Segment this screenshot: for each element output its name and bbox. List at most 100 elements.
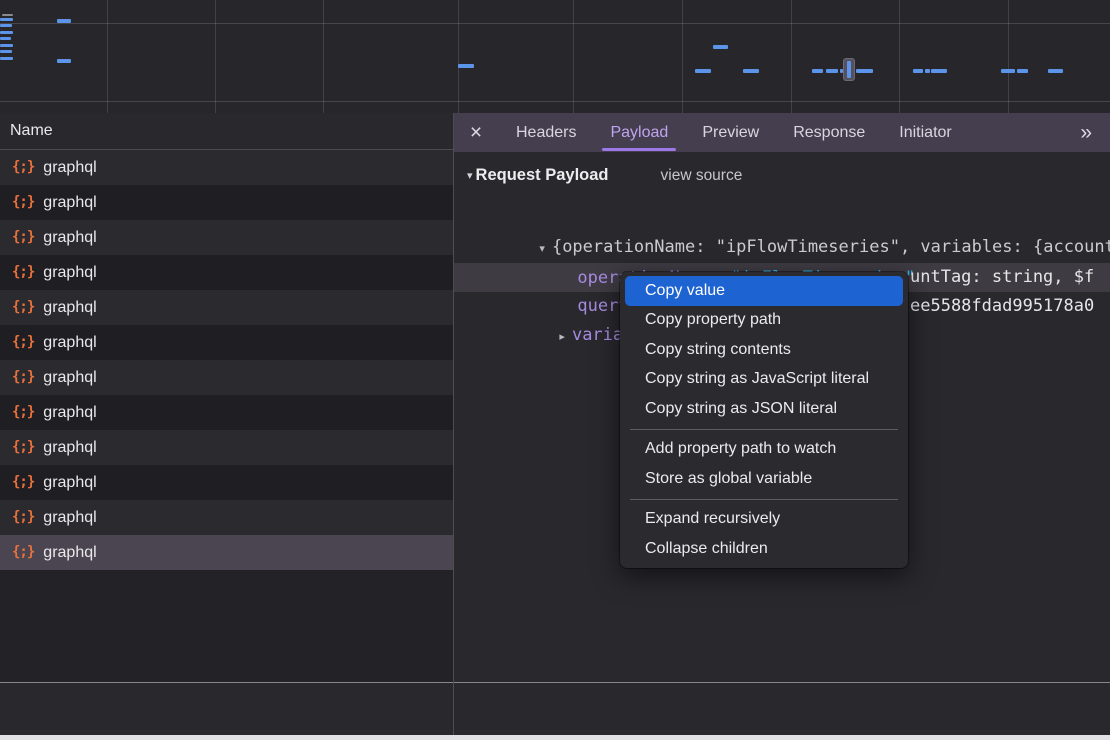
request-name: graphql: [43, 369, 96, 387]
request-waterfall-bar[interactable]: [458, 64, 474, 68]
menu-item-add-property-path-to-watch[interactable]: Add property path to watch: [625, 435, 903, 465]
request-waterfall-bar[interactable]: [57, 59, 71, 63]
operation-name-row[interactable]: operationName: "ipFlowTimeseries": [516, 235, 915, 264]
request-waterfall-bar[interactable]: [826, 69, 838, 73]
timeline-gridline: [0, 23, 1110, 24]
table-row[interactable]: {;}graphql: [0, 220, 453, 255]
request-waterfall-bar[interactable]: [695, 69, 711, 73]
menu-item-collapse-children[interactable]: Collapse children: [625, 534, 903, 564]
tab-payload[interactable]: Payload: [593, 113, 685, 152]
json-request-icon: {;}: [12, 299, 34, 315]
menu-item-expand-recursively[interactable]: Expand recursively: [625, 505, 903, 535]
timeline-gridline: [323, 0, 324, 113]
detail-tab-bar: × HeadersPayloadPreviewResponseInitiator…: [453, 113, 1110, 152]
network-overview-timeline[interactable]: [0, 0, 1110, 113]
request-name: graphql: [43, 194, 96, 212]
section-title: Request Payload: [476, 166, 609, 185]
request-waterfall-bar[interactable]: [913, 69, 923, 73]
request-name: graphql: [43, 509, 96, 527]
table-row[interactable]: {;} graphql: [0, 325, 453, 360]
request-waterfall-bar[interactable]: [713, 45, 728, 49]
request-waterfall-bar[interactable]: [1001, 69, 1015, 73]
json-request-icon: {;}: [12, 334, 34, 350]
request-waterfall-bar[interactable]: [925, 69, 930, 73]
request-waterfall-bar[interactable]: [856, 69, 873, 73]
menu-separator: [630, 499, 898, 500]
name-column-header[interactable]: Name: [0, 113, 453, 150]
request-waterfall-bar[interactable]: [0, 31, 13, 34]
request-name: graphql: [43, 159, 96, 177]
request-waterfall-bar[interactable]: [2, 14, 13, 16]
timeline-gridline: [107, 0, 108, 113]
context-menu: Copy valueCopy property pathCopy string …: [620, 272, 908, 568]
menu-item-store-as-global-variable[interactable]: Store as global variable: [625, 464, 903, 494]
panel-split-divider[interactable]: [453, 113, 454, 735]
collapsed-triangle-icon[interactable]: ▸: [559, 331, 565, 343]
timeline-gridline: [899, 0, 900, 113]
request-payload-header: ▾ Request Payload view source: [467, 166, 742, 185]
table-row[interactable]: {;} graphql: [0, 185, 453, 220]
request-list: {;} graphql {;} graphql {;} graphql {;} graphql…: [0, 150, 453, 570]
menu-item-copy-property-path[interactable]: Copy property path: [625, 306, 903, 336]
query-row-fragment: untTag: string, $f: [910, 263, 1094, 292]
variables-row-fragment: ee5588fdad995178a0: [910, 292, 1094, 321]
payload-root-row[interactable]: ▾{operationName: "ipFlowTimeseries", var…: [478, 204, 1110, 233]
more-tabs-icon[interactable]: »: [1080, 121, 1110, 145]
table-row[interactable]: {;}graphql: [0, 360, 453, 395]
view-source-link[interactable]: view source: [661, 167, 743, 185]
summary-footer: [0, 683, 1110, 735]
close-icon[interactable]: ×: [453, 121, 499, 145]
tab-response[interactable]: Response: [776, 113, 882, 152]
request-waterfall-bar[interactable]: [0, 44, 13, 47]
timeline-gridline: [215, 0, 216, 113]
request-waterfall-bar[interactable]: [812, 69, 823, 73]
timeline-gridline: [0, 101, 1110, 102]
request-waterfall-bar[interactable]: [0, 57, 13, 60]
timeline-gridline: [791, 0, 792, 113]
selected-request-marker: [843, 58, 855, 81]
request-waterfall-bar[interactable]: [743, 69, 759, 73]
table-row[interactable]: {;}graphql: [0, 255, 453, 290]
timeline-gridline: [573, 0, 574, 113]
menu-item-copy-value[interactable]: Copy value: [625, 276, 903, 306]
json-request-icon: {;}: [12, 229, 34, 245]
tab-preview[interactable]: Preview: [685, 113, 776, 152]
menu-separator: [630, 429, 898, 430]
footer-divider: [0, 682, 1110, 683]
table-row[interactable]: {;} graphql: [0, 500, 453, 535]
table-row[interactable]: {;}graphql: [0, 535, 453, 570]
requests-panel: Name {;}graphql{;}graphql{;}graphql{;}gr…: [0, 113, 453, 682]
timeline-gridline: [682, 0, 683, 113]
request-name: graphql: [43, 404, 96, 422]
menu-item-copy-string-contents[interactable]: Copy string contents: [625, 335, 903, 365]
request-waterfall-bar[interactable]: [0, 18, 13, 21]
tab-headers[interactable]: Headers: [499, 113, 593, 152]
json-request-icon: {;}: [12, 544, 34, 560]
tab-initiator[interactable]: Initiator: [882, 113, 968, 152]
json-request-icon: {;}: [12, 194, 34, 210]
request-waterfall-bar[interactable]: [0, 37, 11, 40]
table-row[interactable]: {;}graphql: [0, 465, 453, 500]
table-row[interactable]: {;} graphql: [0, 430, 453, 465]
menu-item-copy-string-as-json-literal[interactable]: Copy string as JSON literal: [625, 394, 903, 424]
request-waterfall-bar[interactable]: [1017, 69, 1028, 73]
menu-item-copy-string-as-javascript-literal[interactable]: Copy string as JavaScript literal: [625, 365, 903, 395]
json-request-icon: {;}: [12, 509, 34, 525]
devtools-window: Name {;}graphql{;}graphql{;}graphql{;}gr…: [0, 0, 1110, 740]
table-row[interactable]: {;} graphql: [0, 150, 453, 185]
request-waterfall-bar[interactable]: [931, 69, 947, 73]
collapse-triangle-icon[interactable]: ▾: [467, 169, 473, 182]
json-request-icon: {;}: [12, 159, 34, 175]
request-waterfall-bar[interactable]: [57, 19, 71, 23]
request-waterfall-bar[interactable]: [0, 50, 12, 53]
json-request-icon: {;}: [12, 439, 34, 455]
request-name: graphql: [43, 474, 96, 492]
request-name: graphql: [43, 334, 96, 352]
timeline-gridline: [1008, 0, 1009, 113]
request-waterfall-bar[interactable]: [1048, 69, 1063, 73]
request-name: graphql: [43, 439, 96, 457]
table-row[interactable]: {;}graphql: [0, 290, 453, 325]
json-request-icon: {;}: [12, 404, 34, 420]
request-waterfall-bar[interactable]: [0, 24, 12, 27]
table-row[interactable]: {;} graphql: [0, 395, 453, 430]
